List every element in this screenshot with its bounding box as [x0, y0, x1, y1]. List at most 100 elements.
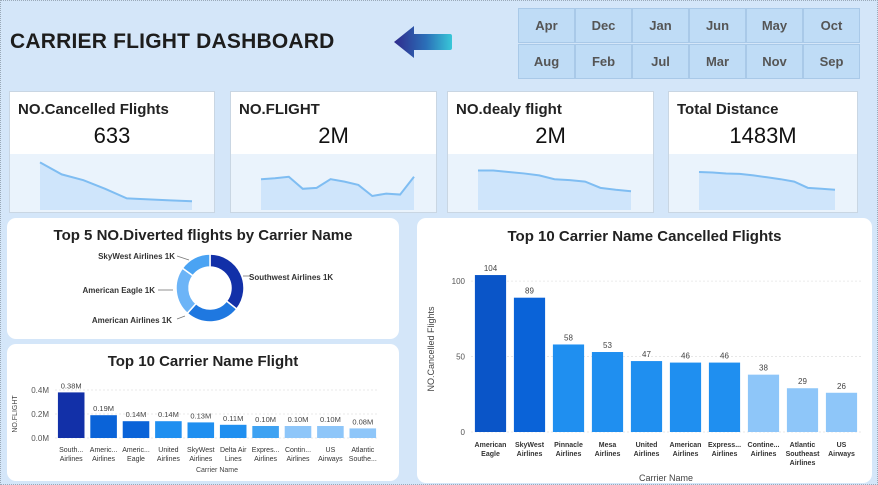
bar[interactable]: [747, 374, 780, 432]
month-button[interactable]: Sep: [803, 44, 860, 79]
x-tick-label: US: [837, 442, 847, 449]
x-tick-label: Airlines: [254, 456, 277, 463]
kpi-sparkline: [448, 154, 653, 212]
x-tick-label: Lines: [225, 456, 242, 463]
month-button[interactable]: Apr: [518, 8, 575, 43]
bar-value-label: 58: [564, 333, 573, 342]
kpi-value: 1483M: [729, 123, 797, 148]
bar-value-label: 38: [759, 364, 768, 373]
kpi-sparkline: [231, 154, 436, 212]
x-tick-label: Airlines: [287, 456, 310, 463]
month-button[interactable]: Jun: [689, 8, 746, 43]
x-tick-label: Airlines: [157, 456, 180, 463]
bar[interactable]: [252, 426, 279, 438]
y-tick-label: 100: [452, 277, 466, 286]
bar-value-label: 0.11M: [223, 414, 243, 423]
bar[interactable]: [474, 275, 507, 432]
month-button[interactable]: Feb: [575, 44, 632, 79]
month-button[interactable]: Aug: [518, 44, 575, 79]
bar[interactable]: [219, 424, 247, 438]
back-arrow-button[interactable]: [392, 22, 454, 62]
x-tick-label: Airlines: [189, 456, 212, 463]
bar[interactable]: [284, 426, 312, 438]
bar-value-label: 46: [720, 352, 729, 361]
kpi-sparkline: [10, 154, 214, 212]
month-button[interactable]: May: [746, 8, 803, 43]
flight-bar-chart: 0.0M 0.2M 0.4M 0.38M South... Airlines 0.19M Am…: [12, 381, 379, 474]
sparkline-area: [40, 162, 192, 210]
bar[interactable]: [90, 415, 117, 438]
x-tick-label: American: [475, 442, 507, 449]
x-tick-label: Americ...: [90, 447, 118, 454]
x-tick-label: SkyWest: [187, 447, 215, 454]
y-axis-title: NO.Cancelled Flights: [426, 306, 436, 392]
bar[interactable]: [825, 392, 858, 432]
sparkline-area: [478, 170, 631, 210]
y-tick-label: 50: [456, 353, 465, 362]
bar-value-label: 0.38M: [61, 381, 82, 390]
month-button[interactable]: Oct: [803, 8, 860, 43]
x-tick-label: Airlines: [92, 456, 115, 463]
x-tick-label: Airlines: [517, 451, 543, 458]
donut-slice-label: American Airlines 1K: [92, 316, 172, 325]
x-tick-label: Airways: [318, 456, 343, 463]
x-tick-label: Eagle: [127, 456, 145, 463]
bar[interactable]: [187, 422, 215, 438]
bar-value-label: 0.13M: [190, 411, 211, 420]
x-tick-label: Southeast: [786, 451, 821, 458]
x-tick-label: Airlines: [556, 451, 582, 458]
month-slicer: Apr Dec Jan Jun May Oct Aug Feb Jul Mar …: [518, 8, 860, 79]
month-button[interactable]: Nov: [746, 44, 803, 79]
bar[interactable]: [155, 421, 182, 438]
x-tick-label: Americ...: [122, 447, 150, 454]
x-tick-label: Delta Air: [220, 447, 247, 454]
donut-chart: Southwest Airlines 1K American Airlines 1…: [83, 252, 334, 325]
donut-leader-line: [176, 315, 186, 320]
bar-value-label: 46: [681, 352, 690, 361]
bar-value-label: 0.14M: [126, 410, 147, 419]
bar[interactable]: [630, 361, 663, 432]
bar-value-label: 0.10M: [288, 415, 309, 424]
x-tick-label: Contin...: [285, 447, 311, 454]
x-tick-label: South...: [59, 447, 83, 454]
x-tick-label: Contine...: [748, 442, 780, 449]
bar[interactable]: [57, 392, 85, 438]
donut-leader-line: [176, 255, 190, 261]
kpi-label: Total Distance: [677, 101, 779, 118]
month-button[interactable]: Dec: [575, 8, 632, 43]
x-tick-label: US: [326, 447, 336, 454]
bar[interactable]: [122, 421, 150, 438]
flight-bar-card: Top 10 Carrier Name Flight 0.0M 0.2M 0.4M 0…: [7, 344, 399, 481]
y-tick-label: 0.2M: [31, 410, 49, 419]
y-tick-label: 0: [461, 428, 466, 437]
month-button[interactable]: Jul: [632, 44, 689, 79]
cancelled-bar-chart: 0 50 100 104 American Eagle 89 SkyWest Airlines 5…: [426, 264, 861, 483]
kpi-value: 633: [93, 123, 131, 148]
bar[interactable]: [349, 428, 377, 438]
x-tick-label: Expres...: [252, 447, 280, 454]
x-tick-label: Southe...: [349, 456, 377, 463]
bar-value-label: 53: [603, 341, 612, 350]
bar-value-label: 26: [837, 382, 846, 391]
bar[interactable]: [786, 388, 819, 432]
month-button[interactable]: Mar: [689, 44, 746, 79]
kpi-card-cancelled: NO.Cancelled Flights 633: [9, 91, 215, 213]
x-axis-title: Carrier Name: [196, 467, 238, 474]
bar[interactable]: [552, 344, 585, 432]
x-tick-label: Atlantic: [790, 442, 816, 449]
bar-value-label: 104: [484, 264, 498, 273]
month-button[interactable]: Jan: [632, 8, 689, 43]
bar[interactable]: [513, 297, 546, 432]
donut-slice-label: SkyWest Airlines 1K: [98, 252, 175, 261]
x-tick-label: United: [636, 442, 658, 449]
donut-slice-label: Southwest Airlines 1K: [249, 273, 333, 282]
y-tick-label: 0.0M: [31, 434, 49, 443]
back-arrow-icon: [394, 26, 452, 58]
bar[interactable]: [708, 362, 741, 432]
bar[interactable]: [669, 362, 702, 432]
bar[interactable]: [591, 352, 624, 432]
x-tick-label: United: [158, 447, 178, 454]
x-tick-label: Airlines: [673, 451, 699, 458]
donut-slice-label: American Eagle 1K: [83, 286, 156, 295]
bar[interactable]: [317, 426, 344, 438]
